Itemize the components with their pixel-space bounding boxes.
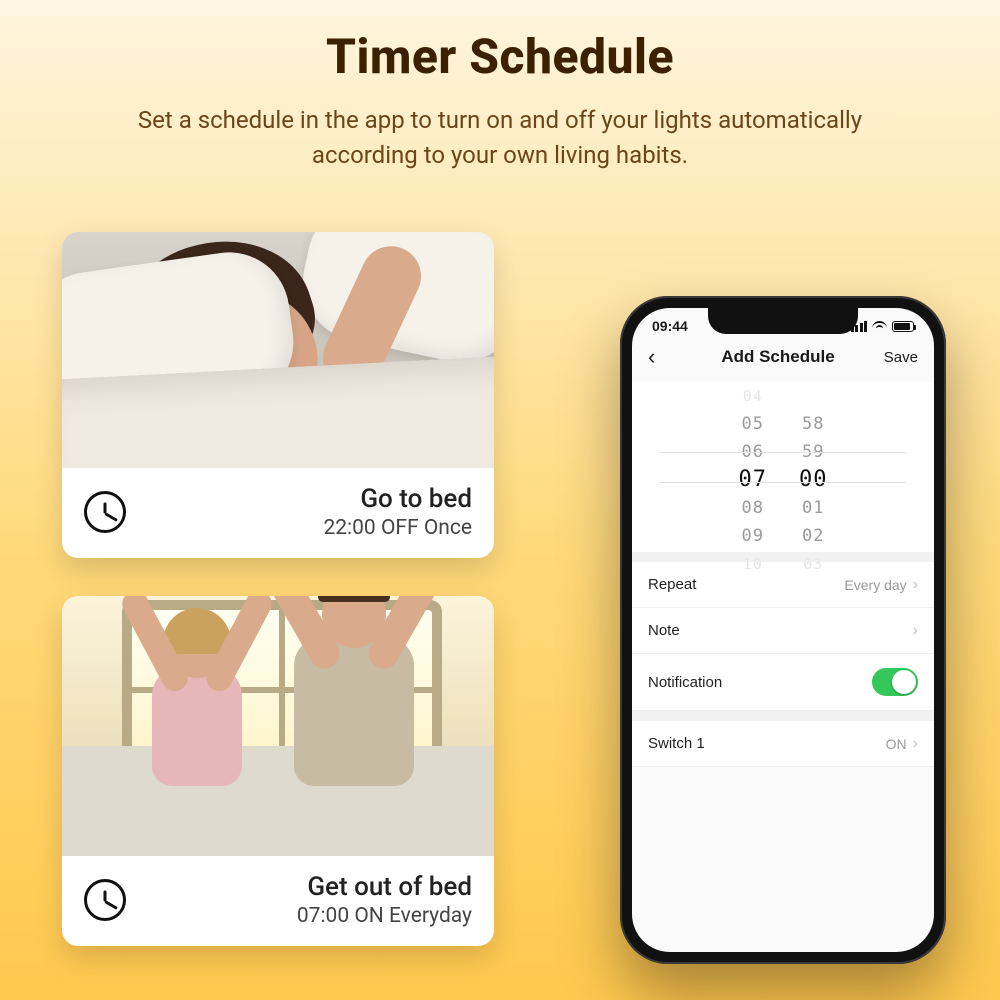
phone-notch	[708, 308, 858, 334]
chevron-right-icon: ›	[913, 577, 918, 593]
picker-hours[interactable]: 04 05 06 07 08 09 10	[739, 382, 768, 552]
picker-minutes[interactable]: 58 59 00 01 02 03	[799, 382, 828, 552]
row-value: ON	[886, 736, 907, 752]
clock-icon	[84, 879, 126, 921]
wifi-icon	[872, 321, 887, 332]
card-subtitle: 07:00 ON Everyday	[144, 904, 472, 928]
time-picker[interactable]: 04 05 06 07 08 09 10 58 59 00 01 02 03	[632, 382, 934, 552]
row-label: Repeat	[648, 576, 696, 593]
card-subtitle: 22:00 OFF Once	[144, 516, 472, 540]
clock-icon	[84, 491, 126, 533]
illustration-sleeping	[62, 232, 494, 468]
row-label: Switch 1	[648, 735, 705, 752]
back-button[interactable]: ‹	[648, 346, 678, 368]
row-repeat[interactable]: Repeat Every day ›	[632, 562, 934, 608]
row-note[interactable]: Note ›	[632, 608, 934, 654]
notification-toggle[interactable]	[872, 668, 918, 696]
chevron-right-icon: ›	[913, 623, 918, 639]
card-title: Get out of bed	[144, 872, 472, 902]
row-notification[interactable]: Notification	[632, 654, 934, 711]
schedule-card-wake: Get out of bed 07:00 ON Everyday	[62, 596, 494, 946]
row-switch-1[interactable]: Switch 1 ON ›	[632, 721, 934, 767]
status-time: 09:44	[652, 318, 688, 334]
phone-mockup: 09:44 ‹ Add Schedule Save 04 05 06 07 08…	[620, 296, 946, 964]
schedule-card-sleep: Go to bed 22:00 OFF Once	[62, 232, 494, 558]
page-title: Timer Schedule	[0, 28, 1000, 85]
battery-icon	[892, 321, 914, 332]
chevron-right-icon: ›	[913, 736, 918, 752]
card-title: Go to bed	[144, 484, 472, 514]
nav-title: Add Schedule	[721, 347, 834, 367]
row-label: Note	[648, 622, 680, 639]
row-value: Every day	[844, 577, 906, 593]
row-label: Notification	[648, 674, 722, 691]
save-button[interactable]: Save	[878, 349, 918, 366]
illustration-waking	[62, 596, 494, 856]
page-subtitle: Set a schedule in the app to turn on and…	[85, 103, 915, 173]
